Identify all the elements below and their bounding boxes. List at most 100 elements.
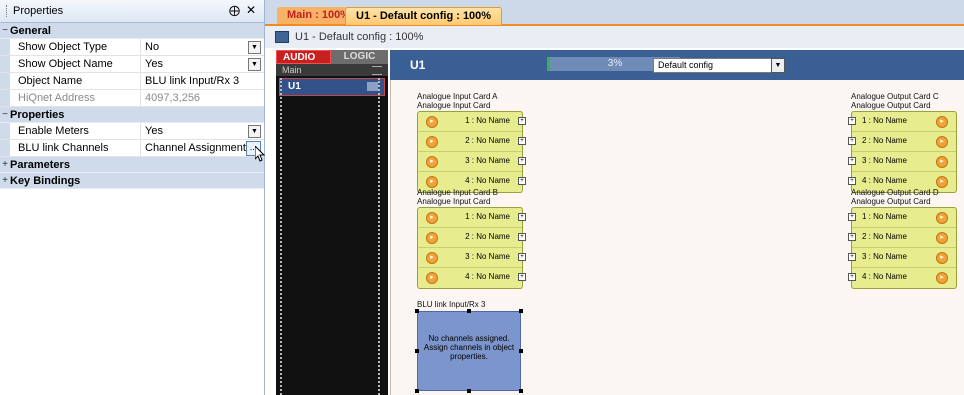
output-pin-icon[interactable]: + — [518, 157, 526, 165]
chevron-down-icon[interactable]: ▼ — [771, 58, 785, 73]
input-pin-icon[interactable]: + — [848, 157, 856, 165]
audio-mode-button[interactable]: AUDIO — [276, 50, 331, 64]
channel-row: ▸ 4 : No Name + — [418, 268, 526, 287]
device-icon — [275, 31, 289, 43]
property-value-select[interactable]: No ▼ — [141, 39, 264, 55]
device-row-u1[interactable]: U1 — [279, 78, 385, 96]
property-row-hiqnet-address: HiQnet Address 4097,3,256 — [0, 90, 264, 107]
output-pin-icon[interactable]: + — [518, 213, 526, 221]
expand-icon[interactable]: + — [0, 175, 10, 186]
property-value-select[interactable]: Yes ▼ — [141, 56, 264, 72]
output-pin-icon[interactable]: + — [518, 137, 526, 145]
property-row-show-object-name[interactable]: Show Object Name Yes ▼ — [0, 56, 264, 73]
output-pin-icon[interactable]: + — [518, 273, 526, 281]
category-general[interactable]: − General — [0, 23, 264, 39]
blu-message-line: Assign channels in object — [423, 343, 515, 352]
card-subtitle: Analogue Input Card — [417, 197, 491, 206]
output-jack-icon: ▸ — [936, 212, 948, 224]
category-key-bindings[interactable]: + Key Bindings — [0, 173, 264, 189]
card-input-b[interactable]: Analogue Input Card B Analogue Input Car… — [417, 188, 526, 289]
drag-grip-icon[interactable] — [6, 5, 9, 17]
channel-row: +3 : No Name ▸ — [848, 248, 956, 268]
object-name-field[interactable]: BLU link Input/Rx 3 — [141, 73, 264, 89]
category-parameters[interactable]: + Parameters — [0, 157, 264, 173]
resize-handle[interactable] — [415, 349, 419, 353]
properties-panel: Properties ⨁ ✕ − General Show Object Typ… — [0, 0, 265, 395]
property-row-object-name[interactable]: Object Name BLU link Input/Rx 3 — [0, 73, 264, 90]
blu-link-box[interactable]: No channels assigned. Assign channels in… — [415, 309, 523, 393]
channel-row: +2 : No Name ▸ — [848, 132, 956, 152]
input-pin-icon[interactable]: + — [848, 137, 856, 145]
property-row-show-object-type[interactable]: Show Object Type No ▼ — [0, 39, 264, 56]
category-label: Parameters — [10, 158, 70, 171]
mouse-pointer-icon — [255, 146, 265, 162]
pin-icon[interactable]: ⨁ — [229, 4, 240, 17]
properties-titlebar: Properties ⨁ ✕ — [0, 0, 264, 23]
channel-row: +2 : No Name ▸ — [848, 228, 956, 248]
main-row[interactable]: Main — [276, 64, 388, 76]
input-pin-icon[interactable]: + — [848, 177, 856, 185]
collapse-icon[interactable]: − — [0, 25, 10, 36]
channel-row: ▸ 3 : No Name + — [418, 152, 526, 172]
input-jack-icon: ▸ — [426, 116, 438, 128]
output-jack-icon: ▸ — [936, 232, 948, 244]
blu-link-object[interactable]: BLU link Input/Rx 3 No channels assigned… — [415, 300, 523, 393]
design-canvas[interactable]: Analogue Input Card A Analogue Input Car… — [390, 80, 964, 395]
chevron-down-icon[interactable]: ▼ — [248, 125, 261, 138]
logic-mode-button[interactable]: LOGIC — [331, 50, 388, 64]
collapse-icon[interactable]: − — [0, 109, 10, 120]
output-pin-icon[interactable]: + — [518, 233, 526, 241]
resize-handle[interactable] — [519, 309, 523, 313]
channel-row: ▸ 2 : No Name + — [418, 132, 526, 152]
channel-row: +4 : No Name ▸ — [848, 268, 956, 287]
category-label: Key Bindings — [10, 174, 81, 187]
output-pin-icon[interactable]: + — [518, 253, 526, 261]
resize-handle[interactable] — [519, 349, 523, 353]
card-title: Analogue Output Card D — [851, 188, 939, 197]
document-title: U1 - Default config : 100% — [295, 31, 424, 43]
close-icon[interactable]: ✕ — [246, 3, 256, 17]
input-pin-icon[interactable]: + — [848, 213, 856, 221]
channel-assignment-value[interactable]: Channel Assignment ... — [141, 140, 264, 156]
properties-title: Properties — [13, 5, 64, 17]
property-name: Object Name — [10, 73, 141, 89]
input-pin-icon[interactable]: + — [848, 273, 856, 281]
input-jack-icon: ▸ — [426, 212, 438, 224]
resize-handle[interactable] — [415, 309, 419, 313]
card-subtitle: Analogue Input Card — [417, 101, 491, 110]
input-pin-icon[interactable]: + — [848, 117, 856, 125]
property-row-blu-link-channels[interactable]: BLU link Channels Channel Assignment ... — [0, 140, 264, 157]
card-subtitle: Analogue Output Card — [851, 101, 931, 110]
card-input-a[interactable]: Analogue Input Card A Analogue Input Car… — [417, 92, 526, 193]
device-label: U1 — [410, 58, 426, 72]
chevron-down-icon[interactable]: ▼ — [248, 58, 261, 71]
config-select[interactable]: Default config ▼ — [653, 58, 785, 73]
resize-handle[interactable] — [467, 389, 471, 393]
card-output-c[interactable]: Analogue Output Card C Analogue Output C… — [848, 92, 957, 193]
property-value-select[interactable]: Yes ▼ — [141, 123, 264, 139]
property-row-enable-meters[interactable]: Enable Meters Yes ▼ — [0, 123, 264, 140]
strip-divider — [378, 78, 382, 395]
category-properties[interactable]: − Properties — [0, 107, 264, 123]
resize-handle[interactable] — [415, 389, 419, 393]
menu-icon[interactable] — [372, 66, 382, 75]
resize-handle[interactable] — [467, 309, 471, 313]
resize-handle[interactable] — [519, 389, 523, 393]
channel-row: ▸ 1 : No Name + — [418, 208, 526, 228]
output-pin-icon[interactable]: + — [518, 177, 526, 185]
blu-message-line: No channels assigned. — [428, 334, 510, 343]
expand-icon[interactable]: + — [0, 159, 10, 170]
chevron-down-icon[interactable]: ▼ — [248, 41, 261, 54]
tab-u1-default-config[interactable]: U1 - Default config : 100% — [345, 7, 503, 25]
input-pin-icon[interactable]: + — [848, 253, 856, 261]
strip-divider — [280, 78, 284, 395]
card-output-d[interactable]: Analogue Output Card D Analogue Output C… — [848, 188, 957, 289]
device-strip: AUDIO LOGIC Main U1 — [276, 50, 388, 395]
card-title: Analogue Input Card B — [417, 188, 498, 197]
output-pin-icon[interactable]: + — [518, 117, 526, 125]
input-jack-icon: ▸ — [426, 272, 438, 284]
property-name: HiQnet Address — [10, 90, 141, 106]
input-pin-icon[interactable]: + — [848, 233, 856, 241]
card-title: Analogue Output Card C — [851, 92, 939, 101]
output-jack-icon: ▸ — [936, 272, 948, 284]
